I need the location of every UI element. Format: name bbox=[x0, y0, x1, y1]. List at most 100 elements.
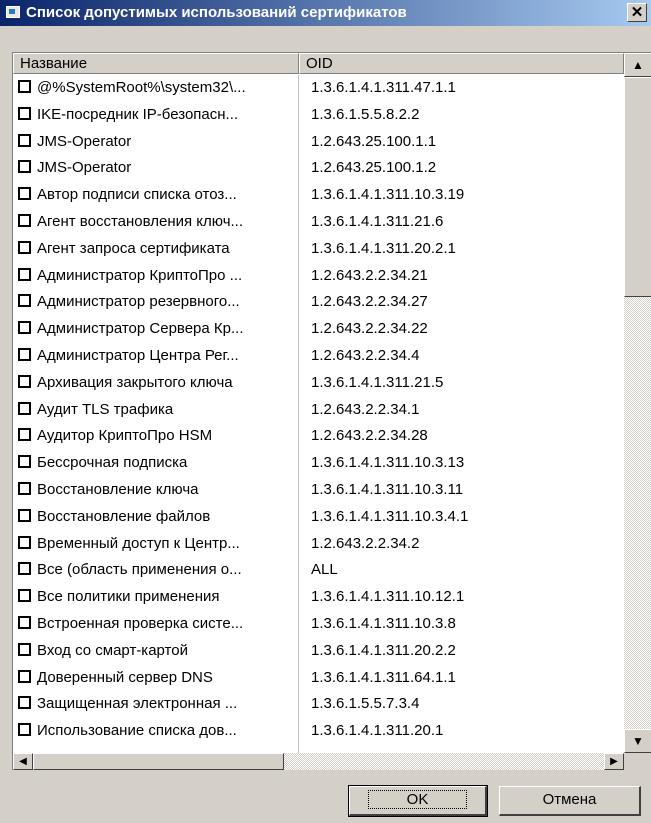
horizontal-scrollbar[interactable]: ◀ ▶ bbox=[13, 753, 624, 770]
usage-checkbox[interactable] bbox=[18, 187, 31, 201]
usage-checkbox[interactable] bbox=[18, 133, 31, 147]
list-item[interactable]: Аудитор КриптоПро HSM 1.2.643.2.2.34.28 bbox=[13, 423, 624, 450]
usage-name: JMS-Operator bbox=[37, 159, 132, 177]
usage-name: JMS-Operator bbox=[37, 132, 132, 150]
scroll-up-button[interactable]: ▲ bbox=[624, 53, 651, 77]
usage-oid: 1.3.6.1.4.1.311.47.1.1 bbox=[311, 79, 456, 96]
usage-oid: 1.3.6.1.4.1.311.20.2.1 bbox=[311, 239, 456, 257]
usage-name: Агент восстановления ключ... bbox=[37, 212, 244, 230]
usage-checkbox[interactable] bbox=[18, 481, 31, 495]
usage-oid: ALL bbox=[311, 561, 338, 579]
list-item[interactable]: Восстановление ключа 1.3.6.1.4.1.311.10.3… bbox=[13, 477, 624, 504]
usage-name: Аудит TLS трафика bbox=[37, 400, 174, 418]
usage-checkbox[interactable] bbox=[18, 374, 31, 388]
usage-oid: 1.3.6.1.4.1.311.10.3.19 bbox=[311, 186, 465, 204]
usage-checkbox[interactable] bbox=[18, 428, 31, 442]
usage-name: Защищенная электронная ... bbox=[37, 695, 238, 713]
usage-name: Администратор Сервера Кр... bbox=[37, 320, 244, 338]
usage-name: Использование списка дов... bbox=[37, 722, 237, 740]
list-item[interactable]: @%SystemRoot%\system32\... 1.3.6.1.4.1.31… bbox=[13, 75, 624, 102]
usage-checkbox[interactable] bbox=[18, 508, 31, 522]
usage-name: Администратор КриптоПро ... bbox=[37, 266, 243, 284]
usage-name: Аудитор КриптоПро HSM bbox=[37, 427, 213, 445]
list-item[interactable]: Администратор Сервера Кр... 1.2.643.2.2.3… bbox=[13, 316, 624, 343]
list-item[interactable]: Бессрочная подписка 1.3.6.1.4.1.311.10.3.… bbox=[13, 450, 624, 477]
usage-checkbox[interactable] bbox=[18, 642, 31, 656]
usage-oid: 1.2.643.25.100.1.1 bbox=[311, 132, 437, 150]
scroll-right-button[interactable]: ▶ bbox=[604, 753, 624, 770]
ok-button[interactable]: OK bbox=[348, 785, 488, 817]
usage-name: Агент запроса сертификата bbox=[37, 239, 230, 257]
list-rows: @%SystemRoot%\system32\... 1.3.6.1.4.1.31… bbox=[13, 75, 624, 745]
list-item[interactable]: Все политики применения 1.3.6.1.4.1.311.1… bbox=[13, 584, 624, 611]
usage-name: Все (область применения о... bbox=[37, 561, 242, 579]
list-item[interactable]: JMS-Operator 1.2.643.25.100.1.2 bbox=[13, 155, 624, 182]
usage-name: @%SystemRoot%\system32\... bbox=[37, 79, 246, 96]
list-item[interactable]: Агент восстановления ключ... 1.3.6.1.4.1.… bbox=[13, 209, 624, 236]
usage-name: Автор подписи списка отоз... bbox=[37, 186, 237, 204]
list-item[interactable]: Администратор Центра Рег... 1.2.643.2.2.3… bbox=[13, 343, 624, 370]
usage-checkbox[interactable] bbox=[18, 535, 31, 549]
list-item[interactable]: Встроенная проверка систе... 1.3.6.1.4.1.… bbox=[13, 611, 624, 638]
cancel-button[interactable]: Отмена bbox=[499, 786, 641, 816]
list-item[interactable]: Вход со смарт-картой 1.3.6.1.4.1.311.20.2… bbox=[13, 638, 624, 665]
usage-checkbox[interactable] bbox=[18, 160, 31, 174]
list-item[interactable]: Администратор КриптоПро ... 1.2.643.2.2.3… bbox=[13, 263, 624, 290]
usage-checkbox[interactable] bbox=[18, 455, 31, 469]
vertical-scroll-thumb[interactable] bbox=[624, 77, 651, 297]
usage-checkbox[interactable] bbox=[18, 267, 31, 281]
usage-checkbox[interactable] bbox=[18, 294, 31, 308]
usage-oid: 1.2.643.2.2.34.27 bbox=[311, 293, 428, 311]
list-item[interactable]: Использование списка дов... 1.3.6.1.4.1.3… bbox=[13, 718, 624, 745]
scroll-left-button[interactable]: ◀ bbox=[13, 753, 33, 770]
usage-name: Вход со смарт-картой bbox=[37, 641, 188, 659]
close-button[interactable]: ✕ bbox=[627, 3, 647, 22]
scroll-down-button[interactable]: ▼ bbox=[624, 729, 651, 753]
usage-checkbox[interactable] bbox=[18, 615, 31, 629]
usage-oid: 1.3.6.1.4.1.311.10.3.11 bbox=[311, 480, 464, 498]
usage-name: Временный доступ к Центр... bbox=[37, 534, 240, 552]
usage-checkbox[interactable] bbox=[18, 589, 31, 603]
list-item[interactable]: Аудит TLS трафика 1.2.643.2.2.34.1 bbox=[13, 397, 624, 424]
list-item[interactable]: IKE-посредник IP-безопасн... 1.3.6.1.5.5.… bbox=[13, 102, 624, 129]
column-header-oid[interactable]: OID bbox=[299, 53, 624, 74]
usage-oid: 1.2.643.2.2.34.28 bbox=[311, 427, 428, 445]
list-item[interactable]: Агент запроса сертификата 1.3.6.1.4.1.311… bbox=[13, 236, 624, 263]
usage-checkbox[interactable] bbox=[18, 669, 31, 683]
usage-checkbox[interactable] bbox=[18, 106, 31, 120]
ok-button-label: OK bbox=[367, 790, 468, 809]
usage-oid: 1.3.6.1.4.1.311.21.5 bbox=[311, 373, 444, 391]
list-item[interactable]: Все (область применения о... ALL bbox=[13, 557, 624, 584]
list-item[interactable]: Временный доступ к Центр... 1.2.643.2.2.3… bbox=[13, 531, 624, 558]
usage-oid: 1.2.643.2.2.34.21 bbox=[311, 266, 428, 284]
usage-checkbox[interactable] bbox=[18, 562, 31, 576]
list-item[interactable]: Автор подписи списка отоз... 1.3.6.1.4.1.… bbox=[13, 182, 624, 209]
usage-checkbox[interactable] bbox=[18, 80, 31, 93]
usage-checkbox[interactable] bbox=[18, 321, 31, 335]
list-item[interactable]: Доверенный сервер DNS 1.3.6.1.4.1.311.64.… bbox=[13, 665, 624, 692]
vertical-scrollbar[interactable]: ▲ ▼ bbox=[624, 53, 651, 753]
horizontal-scroll-thumb[interactable] bbox=[33, 753, 284, 770]
list-item[interactable]: Администратор резервного... 1.2.643.2.2.3… bbox=[13, 289, 624, 316]
usage-checkbox[interactable] bbox=[18, 347, 31, 361]
window-title: Список допустимых использований сертифик… bbox=[26, 4, 407, 21]
column-header-name[interactable]: Название bbox=[13, 53, 299, 74]
usage-oid: 1.2.643.2.2.34.22 bbox=[311, 320, 428, 338]
list-item[interactable]: Восстановление файлов 1.3.6.1.4.1.311.10.… bbox=[13, 504, 624, 531]
usage-oid: 1.3.6.1.4.1.311.10.12.1 bbox=[311, 588, 465, 606]
list-item[interactable]: Защищенная электронная ... 1.3.6.1.5.5.7.… bbox=[13, 691, 624, 718]
list-header: Название OID bbox=[13, 53, 624, 74]
certificate-usage-list[interactable]: Название OID @%SystemRoot%\system32\... 1… bbox=[12, 52, 651, 770]
usage-oid: 1.3.6.1.4.1.311.10.3.4.1 bbox=[311, 507, 469, 525]
usage-oid: 1.2.643.2.2.34.4 bbox=[311, 346, 420, 364]
usage-oid: 1.3.6.1.4.1.311.20.2.2 bbox=[311, 641, 456, 659]
list-item[interactable]: Архивация закрытого ключа 1.3.6.1.4.1.311… bbox=[13, 370, 624, 397]
usage-checkbox[interactable] bbox=[18, 213, 31, 227]
list-item[interactable]: JMS-Operator 1.2.643.25.100.1.1 bbox=[13, 129, 624, 156]
usage-checkbox[interactable] bbox=[18, 401, 31, 415]
usage-checkbox[interactable] bbox=[18, 696, 31, 710]
usage-checkbox[interactable] bbox=[18, 723, 31, 737]
usage-name: Администратор резервного... bbox=[37, 293, 240, 311]
usage-name: Доверенный сервер DNS bbox=[37, 668, 213, 686]
usage-checkbox[interactable] bbox=[18, 240, 31, 254]
